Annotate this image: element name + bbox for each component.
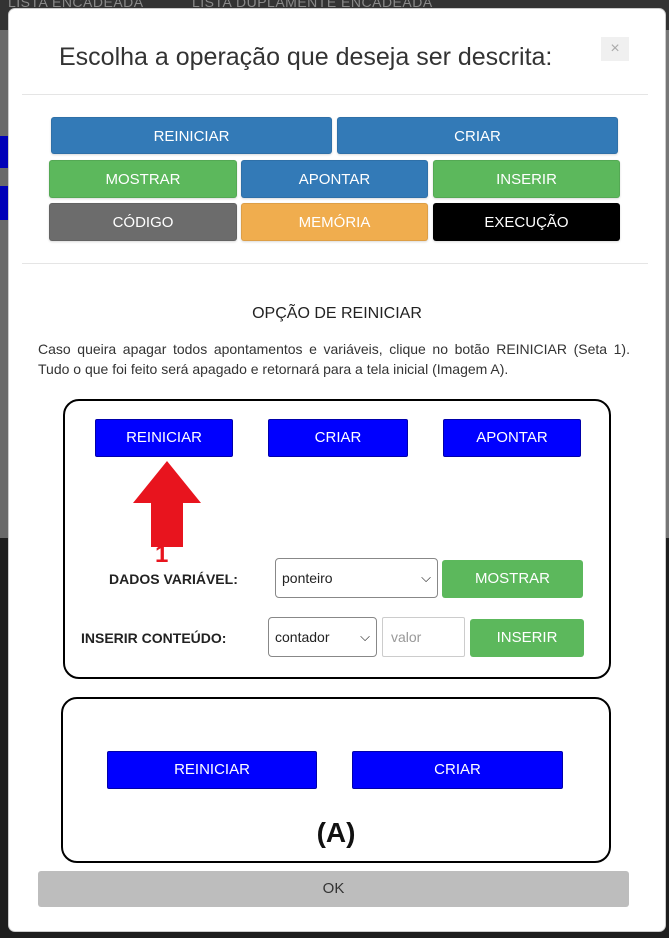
op-codigo-button[interactable]: CÓDIGO — [49, 203, 237, 241]
ok-button[interactable]: OK — [38, 871, 629, 907]
inserir-conteudo-select: contador ⌵ — [268, 617, 377, 657]
chevron-down-icon: ⌵ — [360, 629, 370, 644]
section-title: OPÇÃO DE REINICIAR — [252, 305, 422, 322]
demo-inserir-button: INSERIR — [470, 619, 584, 657]
modal-header: Escolha a operação que deseja ser descri… — [9, 9, 665, 95]
help-modal: Escolha a operação que deseja ser descri… — [8, 8, 666, 932]
dados-variavel-select: ponteiro ⌵ — [275, 558, 438, 598]
demo-mostrar-button: MOSTRAR — [442, 560, 583, 598]
op-criar-button[interactable]: CRIAR — [337, 117, 618, 154]
op-memoria-button[interactable]: MEMÓRIA — [241, 203, 428, 241]
chevron-down-icon: ⌵ — [421, 570, 431, 585]
divider — [22, 94, 648, 95]
demo-panel-initial-screen: REINICIAR CRIAR (A) — [61, 697, 611, 863]
modal-title: Escolha a operação que deseja ser descri… — [59, 43, 553, 71]
dados-variavel-value: ponteiro — [282, 570, 333, 586]
demo-criar-button: CRIAR — [268, 419, 408, 457]
op-execucao-button[interactable]: EXECUÇÃO — [433, 203, 620, 241]
dados-variavel-label: DADOS VARIÁVEL: — [109, 571, 238, 587]
inserir-conteudo-value: contador — [275, 629, 330, 645]
op-reiniciar-button[interactable]: REINICIAR — [51, 117, 332, 154]
background-block — [0, 136, 8, 168]
arrow-number-label: 1 — [155, 541, 169, 568]
section-description: Caso queira apagar todos apontamentos e … — [38, 341, 630, 377]
red-arrow-icon — [133, 461, 201, 547]
close-button[interactable]: × — [601, 37, 629, 61]
op-mostrar-button[interactable]: MOSTRAR — [49, 160, 237, 198]
op-inserir-button[interactable]: INSERIR — [433, 160, 620, 198]
demo-panel-interface: REINICIAR CRIAR APONTAR 1 DADOS VARIÁVEL… — [63, 399, 611, 679]
op-apontar-button[interactable]: APONTAR — [241, 160, 428, 198]
demo-apontar-button: APONTAR — [443, 419, 581, 457]
inserir-conteudo-label: INSERIR CONTEÚDO: — [81, 630, 227, 646]
background-block — [0, 186, 8, 220]
demo-reiniciar-button: REINICIAR — [95, 419, 233, 457]
demo2-reiniciar-button: REINICIAR — [107, 751, 317, 789]
valor-input: valor — [382, 617, 465, 657]
demo2-criar-button: CRIAR — [352, 751, 563, 789]
divider — [22, 263, 648, 264]
image-caption: (A) — [316, 817, 356, 848]
